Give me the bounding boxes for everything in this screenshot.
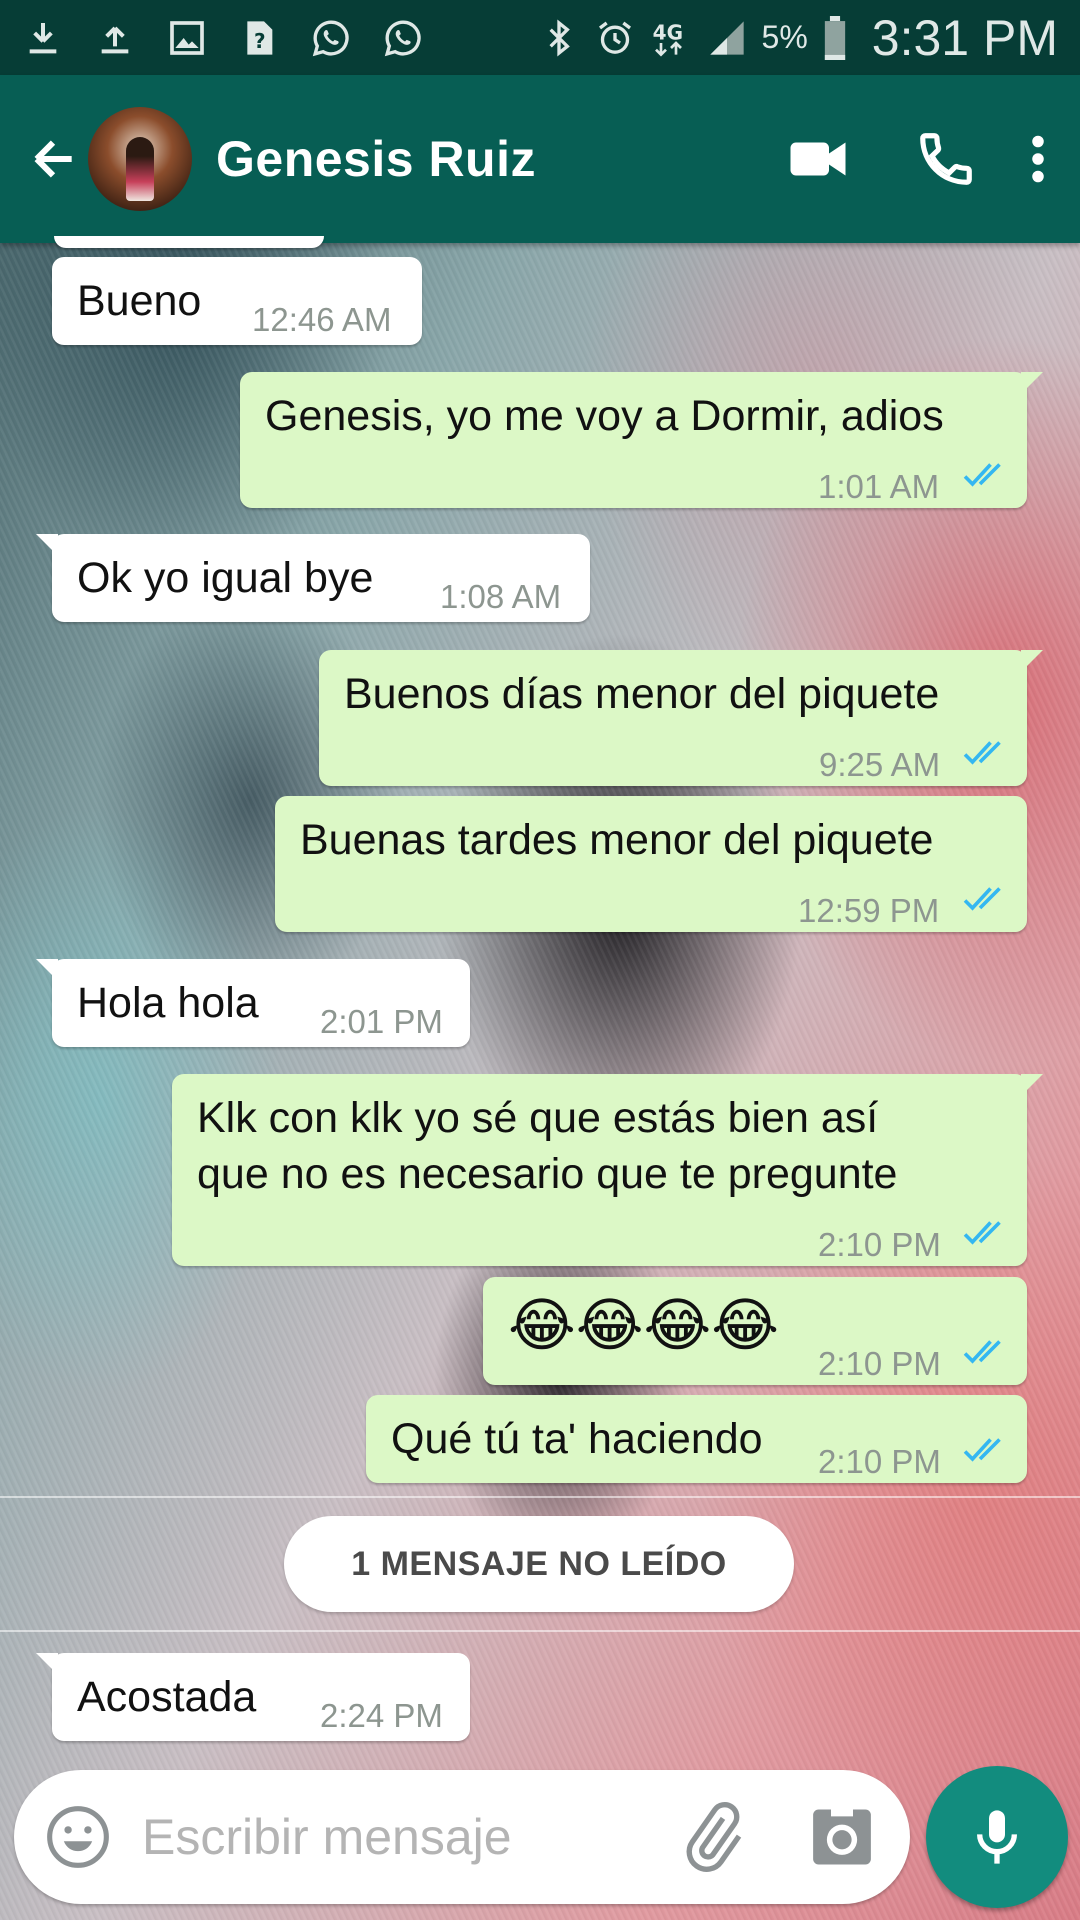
message-time: 2:10 PM xyxy=(818,1345,941,1382)
message-text: Bueno xyxy=(77,277,202,325)
svg-text:?: ? xyxy=(254,29,266,53)
back-button[interactable] xyxy=(18,124,88,194)
read-ticks-icon xyxy=(963,887,1001,911)
message-emoji-text: 😂😂😂😂 xyxy=(508,1293,780,1358)
message-composer xyxy=(14,1770,910,1904)
message-incoming[interactable]: Acostada 2:24 PM xyxy=(36,1653,470,1741)
message-text: Genesis, yo me voy a Dormir, adios xyxy=(265,392,944,440)
read-ticks-icon xyxy=(963,741,1001,765)
message-outgoing[interactable]: Klk con klk yo sé que estás bien así que… xyxy=(172,1074,1043,1266)
file-icon: ? xyxy=(238,17,280,59)
read-ticks-icon xyxy=(963,1340,1001,1364)
voice-call-button[interactable] xyxy=(898,111,994,207)
partial-message-bubble xyxy=(54,236,324,248)
message-outgoing[interactable]: Qué tú ta' haciendo 2:10 PM xyxy=(366,1395,1027,1483)
read-ticks-icon xyxy=(963,1221,1001,1245)
camera-icon xyxy=(813,1809,871,1865)
svg-text:4G: 4G xyxy=(652,20,682,44)
camera-button[interactable] xyxy=(809,1804,875,1870)
message-time: 2:10 PM xyxy=(818,1226,941,1263)
network-4g-icon: 4G xyxy=(650,17,692,59)
more-options-button[interactable] xyxy=(1008,111,1068,207)
mic-icon xyxy=(977,1810,1017,1864)
emoji-icon xyxy=(47,1806,109,1868)
message-text: Acostada xyxy=(77,1673,257,1721)
battery-percent: 5% xyxy=(761,19,808,55)
unread-divider-line xyxy=(0,1630,1080,1632)
message-time: 1:08 AM xyxy=(440,578,562,615)
message-incoming[interactable]: Ok yo igual bye 1:08 AM xyxy=(36,534,590,622)
message-time: 12:59 PM xyxy=(798,892,940,929)
message-incoming[interactable]: Hola hola 2:01 PM xyxy=(36,959,470,1047)
unread-divider-line xyxy=(0,1496,1080,1498)
status-bar: ? 4G 5% 3:31 PM xyxy=(0,0,1080,75)
download-icon xyxy=(22,17,64,59)
message-time: 2:24 PM xyxy=(320,1697,443,1734)
message-text: Hola hola xyxy=(77,979,259,1027)
message-outgoing[interactable]: Genesis, yo me voy a Dormir, adios 1:01 … xyxy=(240,372,1043,508)
message-time: 9:25 AM xyxy=(819,746,941,783)
phone-icon xyxy=(920,133,972,185)
emoji-button[interactable] xyxy=(44,1803,112,1871)
attach-button[interactable] xyxy=(674,1800,750,1876)
contact-avatar[interactable] xyxy=(88,107,192,211)
image-icon xyxy=(166,17,208,59)
status-clock: 3:31 PM xyxy=(871,9,1058,66)
read-ticks-icon xyxy=(963,1438,1001,1462)
message-incoming[interactable]: Bueno 12:46 AM xyxy=(52,257,422,345)
battery-icon xyxy=(822,15,848,60)
contact-name[interactable]: Genesis Ruiz xyxy=(216,130,536,188)
message-text: Buenos días menor del piquete xyxy=(344,670,940,718)
message-outgoing[interactable]: 😂😂😂😂 2:10 PM xyxy=(483,1277,1027,1385)
back-arrow-icon xyxy=(34,140,72,178)
voice-record-button[interactable] xyxy=(926,1766,1068,1908)
chat-header: Genesis Ruiz xyxy=(0,75,1080,243)
attach-icon xyxy=(686,1802,742,1872)
upload-icon xyxy=(94,17,136,59)
message-outgoing[interactable]: Buenos días menor del piquete 9:25 AM xyxy=(319,650,1043,786)
message-time: 2:10 PM xyxy=(818,1443,941,1480)
signal-icon xyxy=(706,17,748,59)
more-vert-icon xyxy=(1032,135,1044,183)
message-outgoing[interactable]: Buenas tardes menor del piquete 12:59 PM xyxy=(275,796,1027,932)
whatsapp-icon xyxy=(310,17,352,59)
message-text: Ok yo igual bye xyxy=(77,554,374,602)
video-call-button[interactable] xyxy=(770,111,866,207)
message-time: 1:01 AM xyxy=(818,468,940,505)
bluetooth-icon xyxy=(538,17,580,59)
message-time: 12:46 AM xyxy=(252,301,392,338)
message-input[interactable] xyxy=(142,1800,662,1874)
message-text-line2: que no es necesario que te pregunte xyxy=(197,1150,898,1198)
unread-messages-badge: 1 MENSAJE NO LEÍDO xyxy=(284,1516,794,1612)
video-call-icon xyxy=(790,142,846,176)
whatsapp-icon xyxy=(382,17,424,59)
message-time: 2:01 PM xyxy=(320,1003,443,1040)
read-ticks-icon xyxy=(963,463,1001,487)
message-text: Buenas tardes menor del piquete xyxy=(300,816,934,864)
message-text-line1: Klk con klk yo sé que estás bien así xyxy=(197,1094,879,1142)
message-text: Qué tú ta' haciendo xyxy=(391,1415,763,1463)
alarm-icon xyxy=(594,17,636,59)
